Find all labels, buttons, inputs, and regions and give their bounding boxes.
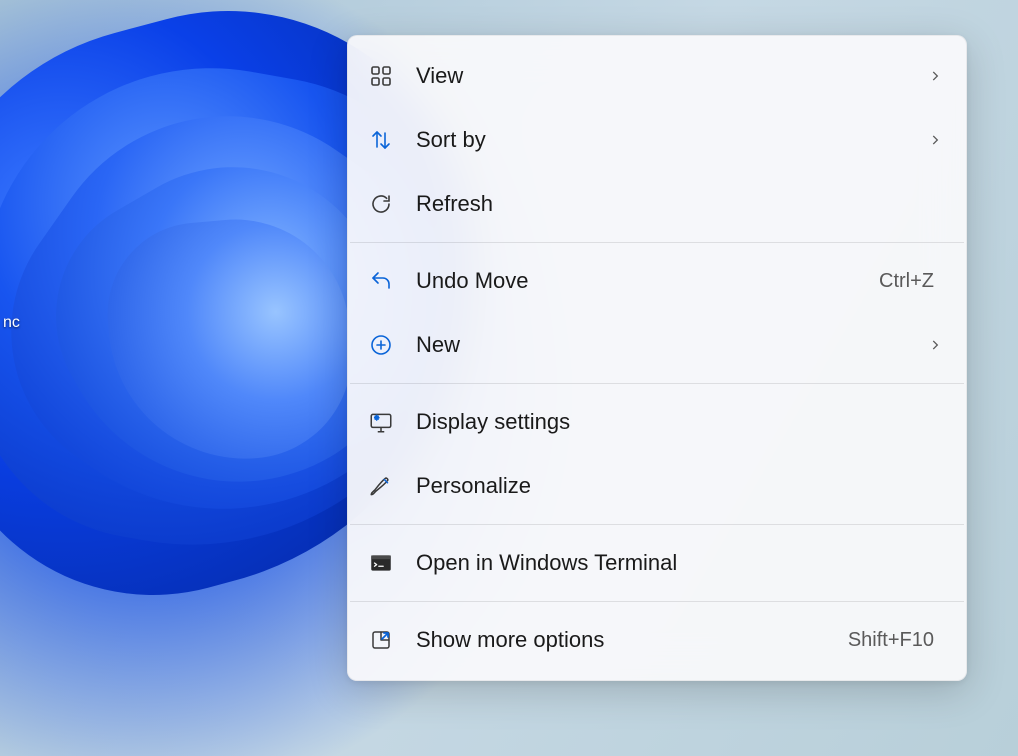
chevron-right-icon	[928, 69, 942, 83]
new-icon	[366, 330, 396, 360]
desktop-context-menu: View Sort by Refresh	[347, 35, 967, 681]
menu-item-label: Undo Move	[416, 268, 879, 294]
menu-item-label: New	[416, 332, 928, 358]
menu-item-shortcut: Shift+F10	[848, 629, 934, 652]
menu-item-label: View	[416, 63, 928, 89]
menu-item-label: Refresh	[416, 191, 942, 217]
personalize-icon	[366, 471, 396, 501]
menu-item-label: Personalize	[416, 473, 942, 499]
menu-item-show-more-options[interactable]: Show more options Shift+F10	[348, 608, 966, 672]
menu-separator	[350, 383, 964, 384]
menu-separator	[350, 601, 964, 602]
menu-item-view[interactable]: View	[348, 44, 966, 108]
menu-item-label: Sort by	[416, 127, 928, 153]
menu-item-display-settings[interactable]: Display settings	[348, 390, 966, 454]
menu-item-shortcut: Ctrl+Z	[879, 270, 934, 293]
menu-item-new[interactable]: New	[348, 313, 966, 377]
menu-item-label: Show more options	[416, 627, 848, 653]
display-settings-icon	[366, 407, 396, 437]
more-options-icon	[366, 625, 396, 655]
menu-item-personalize[interactable]: Personalize	[348, 454, 966, 518]
chevron-right-icon	[928, 338, 942, 352]
menu-item-sort-by[interactable]: Sort by	[348, 108, 966, 172]
menu-item-open-terminal[interactable]: Open in Windows Terminal	[348, 531, 966, 595]
desktop-icon-label-partial[interactable]: nc	[0, 313, 23, 333]
menu-item-label: Open in Windows Terminal	[416, 550, 942, 576]
menu-separator	[350, 242, 964, 243]
menu-item-label: Display settings	[416, 409, 942, 435]
refresh-icon	[366, 189, 396, 219]
view-icon	[366, 61, 396, 91]
menu-item-undo-move[interactable]: Undo Move Ctrl+Z	[348, 249, 966, 313]
sort-icon	[366, 125, 396, 155]
menu-item-refresh[interactable]: Refresh	[348, 172, 966, 236]
terminal-icon	[366, 548, 396, 578]
chevron-right-icon	[928, 133, 942, 147]
undo-icon	[366, 266, 396, 296]
menu-separator	[350, 524, 964, 525]
